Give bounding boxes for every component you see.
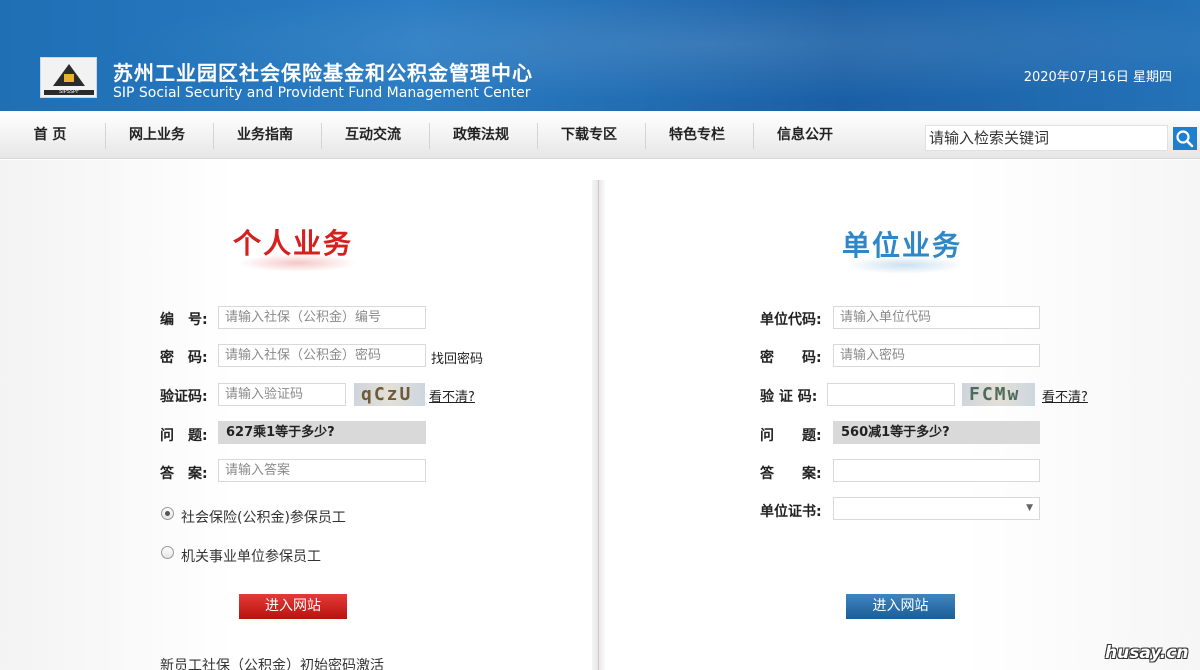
nav-separator [537, 123, 538, 149]
nav-separator [753, 123, 754, 149]
company-cert-select[interactable]: ▼ [833, 497, 1040, 520]
personal-captcha-refresh-link[interactable]: 看不清? [429, 386, 475, 405]
nav-separator [429, 123, 430, 149]
personal-answer-input[interactable] [218, 459, 426, 482]
nav-item-online-business[interactable]: 网上业务 [112, 111, 202, 159]
logo-triangle-icon [53, 64, 85, 86]
forgot-password-link[interactable]: 找回密码 [431, 348, 483, 367]
personal-captcha-label: 验证码: [160, 389, 208, 405]
personal-question-label: 问 题: [160, 428, 208, 444]
company-captcha-refresh-link[interactable]: 看不清? [1042, 386, 1088, 405]
company-submit-button[interactable]: 进入网站 [846, 594, 955, 619]
company-answer-input[interactable] [833, 459, 1040, 482]
logo-dot-icon [64, 74, 74, 82]
company-code-input[interactable] [833, 306, 1040, 329]
company-password-input[interactable] [833, 344, 1040, 367]
radio-institution-label[interactable]: 机关事业单位参保员工 [181, 546, 321, 566]
nav-separator [105, 123, 106, 149]
company-password-label: 密 码: [760, 350, 822, 366]
nav-item-policy[interactable]: 政策法规 [436, 111, 526, 159]
company-question-label: 问 题: [760, 428, 822, 444]
nav-item-guide[interactable]: 业务指南 [220, 111, 310, 159]
title-glow [238, 254, 358, 272]
personal-captcha-image[interactable]: qCzU [354, 383, 425, 406]
company-captcha-input[interactable] [827, 383, 955, 406]
personal-password-label: 密 码: [160, 350, 208, 366]
search-icon [1176, 130, 1194, 148]
company-cert-label: 单位证书: [760, 504, 822, 520]
personal-id-input[interactable] [218, 306, 426, 329]
chevron-down-icon: ▼ [1026, 503, 1033, 513]
nav-separator [321, 123, 322, 149]
company-captcha-image[interactable]: FCMw [962, 383, 1035, 406]
personal-id-label: 编 号: [160, 312, 208, 328]
nav-item-interaction[interactable]: 互动交流 [328, 111, 418, 159]
logo-text: SIPSSPF [44, 90, 94, 95]
title-glow [845, 256, 965, 274]
personal-answer-label: 答 案: [160, 466, 208, 482]
search-input[interactable] [925, 125, 1168, 151]
company-answer-label: 答 案: [760, 466, 822, 482]
panel-divider [592, 180, 605, 670]
radio-social-insurance-label[interactable]: 社会保险(公积金)参保员工 [181, 507, 346, 527]
personal-password-input[interactable] [218, 344, 426, 367]
personal-captcha-input[interactable] [218, 383, 346, 406]
nav-item-disclosure[interactable]: 信息公开 [760, 111, 850, 159]
nav-separator [213, 123, 214, 149]
site-logo[interactable]: SIPSSPF [40, 57, 97, 98]
personal-submit-button[interactable]: 进入网站 [239, 594, 347, 619]
site-title-cn: 苏州工业园区社会保险基金和公积金管理中心 [113, 61, 533, 85]
personal-question-text: 627乘1等于多少? [218, 421, 426, 444]
nav-item-downloads[interactable]: 下载专区 [544, 111, 634, 159]
company-question-text: 560减1等于多少? [833, 421, 1040, 444]
company-captcha-label: 验 证 码: [760, 389, 818, 405]
company-code-label: 单位代码: [760, 312, 822, 328]
site-title-en: SIP Social Security and Provident Fund M… [113, 85, 531, 101]
activate-password-link[interactable]: 新员工社保（公积金）初始密码激活 [160, 655, 384, 670]
watermark: husay.cn [1105, 643, 1189, 663]
radio-institution[interactable] [161, 546, 174, 559]
radio-social-insurance[interactable] [161, 507, 174, 520]
search-button[interactable] [1173, 127, 1197, 150]
nav-separator [645, 123, 646, 149]
nav-item-home[interactable]: 首 页 [20, 111, 80, 159]
nav-item-features[interactable]: 特色专栏 [652, 111, 742, 159]
site-header: SIPSSPF 苏州工业园区社会保险基金和公积金管理中心 SIP Social … [0, 0, 1200, 111]
current-date: 2020年07月16日 星期四 [1023, 70, 1172, 85]
